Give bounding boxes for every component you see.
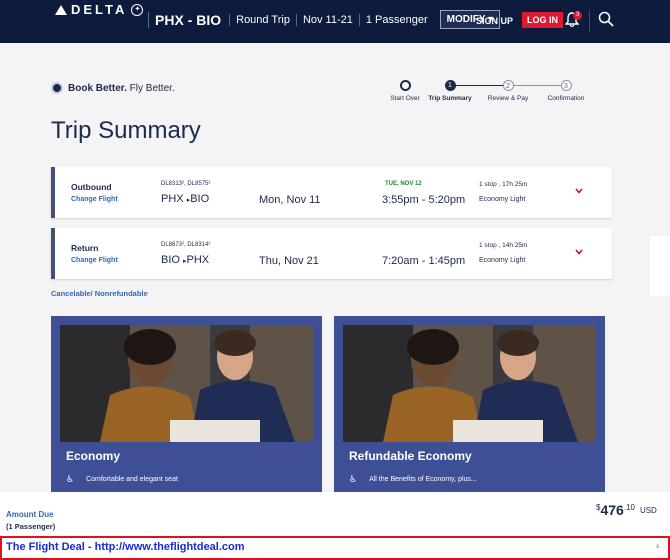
trip-type-label: Round Trip [229, 13, 296, 26]
amount-due-label: Amount Due [6, 510, 54, 519]
seat-icon: ♿ [66, 474, 75, 484]
step-label: Trip Summary [428, 95, 472, 102]
step-start-over[interactable]: Start Over [380, 80, 430, 102]
outbound-flight-card[interactable]: Outbound Change Flight DL8313², DL8575² … [51, 167, 612, 218]
booking-progress-steps: Start Over 1 Trip Summary 2 Review & Pay… [386, 80, 596, 110]
top-nav-bar: DELTA ✦ PHX - BIO Round Trip Nov 11-21 1… [0, 0, 670, 43]
page-title: Trip Summary [51, 117, 201, 144]
fare-feature-text: Comfortable and elegant seat [86, 476, 178, 483]
step-label: Review & Pay [487, 95, 529, 102]
book-better-tagline: Book Better. Fly Better. [51, 82, 175, 94]
step-number: 1 [444, 80, 456, 91]
flight-date: Thu, Nov 21 [259, 255, 319, 267]
chevron-down-icon[interactable] [575, 248, 583, 256]
close-icon[interactable]: x [656, 544, 659, 550]
delta-logo[interactable]: DELTA ✦ [55, 2, 144, 17]
amount-passengers: (1 Passenger) [6, 522, 56, 531]
sign-up-link[interactable]: SIGN UP [476, 16, 513, 26]
skyteam-icon: ✦ [131, 3, 144, 16]
flight-route: BIO ▸PHX [161, 254, 209, 266]
origin-code: PHX [161, 193, 184, 205]
change-flight-link[interactable]: Change Flight [71, 196, 118, 203]
cancel-policy-link[interactable]: Cancelable/ Nonrefundable [51, 289, 148, 298]
destination-code: PHX [186, 254, 210, 266]
step-trip-summary: 1 Trip Summary [425, 80, 475, 102]
flight-times: 3:55pm - 5:20pm [382, 194, 466, 206]
origin-code: BIO [161, 254, 180, 266]
fare-card-economy[interactable]: Economy ♿ Comfortable and elegant seat [51, 316, 322, 492]
flight-numbers: DL8673², DL8314² [161, 242, 211, 248]
step-label: Start Over [390, 95, 420, 102]
log-in-button[interactable]: LOG IN [522, 12, 563, 28]
header-divider [589, 10, 590, 32]
step-number: 2 [502, 80, 514, 91]
price-cents: .10 [623, 503, 635, 512]
tagline-rest: Fly Better. [126, 82, 175, 94]
chevron-down-icon[interactable] [575, 187, 583, 195]
flight-kind: Outbound [71, 182, 112, 192]
seat-icon: ♿ [349, 474, 358, 484]
delta-circle-icon [51, 82, 63, 94]
flight-numbers: DL8313², DL8575² [161, 181, 211, 187]
flight-date: Mon, Nov 11 [259, 194, 321, 206]
start-over-icon [399, 80, 411, 91]
side-feedback-tab[interactable] [650, 236, 670, 296]
fare-title: Refundable Economy [349, 449, 472, 463]
price-currency: USD [639, 506, 657, 515]
step-confirmation: 3 Confirmation [541, 80, 591, 102]
total-price: $ 476 .10 USD [596, 502, 657, 518]
flight-deal-banner: The Flight Deal - http://www.theflightde… [0, 536, 670, 560]
return-flight-card[interactable]: Return Change Flight DL8673², DL8314² BI… [51, 228, 612, 279]
step-label: Confirmation [547, 95, 585, 102]
cabin-passengers-photo [60, 325, 313, 442]
step-number: 3 [560, 80, 572, 91]
flight-route: PHX ▸BIO [161, 193, 209, 205]
destination-code: BIO [190, 193, 210, 205]
notification-count-badge: 3 [573, 11, 582, 20]
fare-feature: ♿ Comfortable and elegant seat [66, 474, 178, 485]
stops-duration: 1 stop , 14h 25m [479, 242, 528, 249]
route-label: PHX - BIO [148, 11, 229, 28]
trip-summary-bar: PHX - BIO Round Trip Nov 11-21 1 Passeng… [148, 10, 501, 29]
fare-card-refundable-economy[interactable]: Refundable Economy ♿ All the Benefits of… [334, 316, 605, 492]
arrival-date-badge: TUE, NOV 12 [385, 181, 422, 187]
passengers-label: 1 Passenger [358, 13, 434, 26]
fare-feature: ♿ All the Benefits of Economy, plus... [349, 474, 477, 485]
flight-deal-text: The Flight Deal - http://www.theflightde… [6, 541, 245, 553]
cabin-passengers-photo [343, 325, 596, 442]
delta-widget-icon [55, 4, 67, 15]
change-flight-link[interactable]: Change Flight [71, 257, 118, 264]
cabin-class: Economy Light [479, 196, 526, 203]
search-icon[interactable] [598, 11, 614, 27]
fare-feature-text: All the Benefits of Economy, plus... [369, 476, 477, 483]
brand-name: DELTA [71, 2, 128, 17]
fare-title: Economy [66, 449, 121, 463]
cabin-class: Economy Light [479, 257, 526, 264]
flight-times: 7:20am - 1:45pm [382, 255, 466, 267]
dates-label: Nov 11-21 [295, 13, 359, 26]
flight-kind: Return [71, 243, 99, 253]
amount-due-bar: Amount Due (1 Passenger) $ 476 .10 USD [0, 492, 670, 537]
tagline-bold: Book Better. [68, 82, 127, 94]
stops-duration: 1 stop , 17h 25m [479, 181, 528, 188]
price-dollars: 476 [600, 502, 624, 518]
step-review-pay: 2 Review & Pay [483, 80, 533, 102]
